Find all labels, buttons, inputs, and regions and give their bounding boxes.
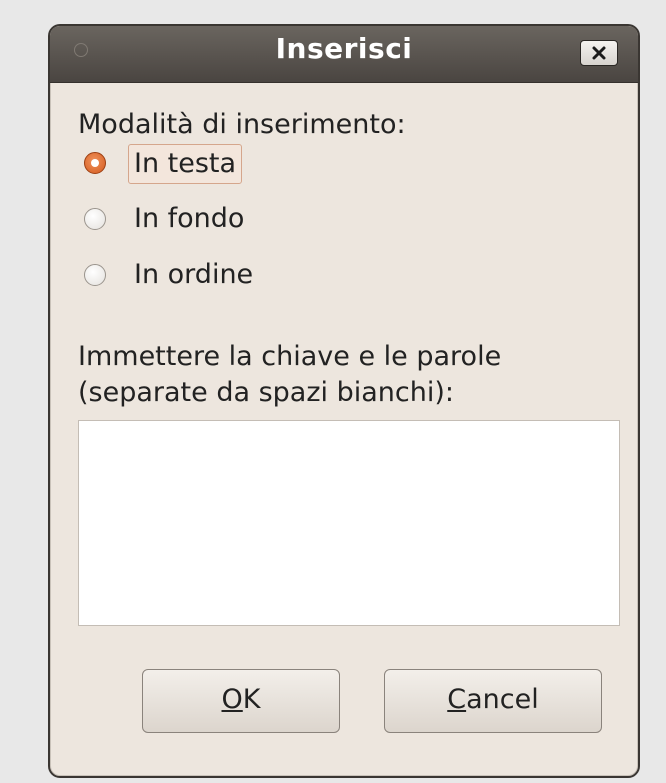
ok-button[interactable]: OK: [142, 669, 340, 733]
ok-mnemonic: O: [221, 684, 243, 715]
keys-words-input[interactable]: [78, 420, 620, 626]
radio-unselected-icon[interactable]: [84, 264, 106, 286]
radio-label-in-fondo[interactable]: In fondo: [134, 200, 244, 238]
insertion-mode-label: Modalità di inserimento:: [78, 109, 406, 140]
input-label-line1: Immettere la chiave e le parole: [78, 341, 502, 372]
close-icon: [592, 46, 606, 60]
radio-unselected-icon[interactable]: [84, 208, 106, 230]
radio-label-in-ordine[interactable]: In ordine: [134, 256, 253, 294]
radio-label-in-testa[interactable]: In testa: [128, 144, 243, 184]
cancel-button[interactable]: Cancel: [384, 669, 602, 733]
radio-selected-icon[interactable]: [84, 152, 106, 174]
cancel-label-rest: ancel: [466, 684, 539, 715]
cancel-mnemonic: C: [447, 684, 467, 715]
close-button[interactable]: [580, 40, 618, 66]
title-bar[interactable]: Inserisci: [50, 26, 638, 83]
ok-label-rest: K: [242, 684, 261, 715]
insert-dialog: Inserisci Modalità di inserimento: In te…: [48, 24, 640, 778]
input-label-line2: (separate da spazi bianchi):: [78, 377, 454, 408]
dialog-title: Inserisci: [275, 32, 413, 65]
